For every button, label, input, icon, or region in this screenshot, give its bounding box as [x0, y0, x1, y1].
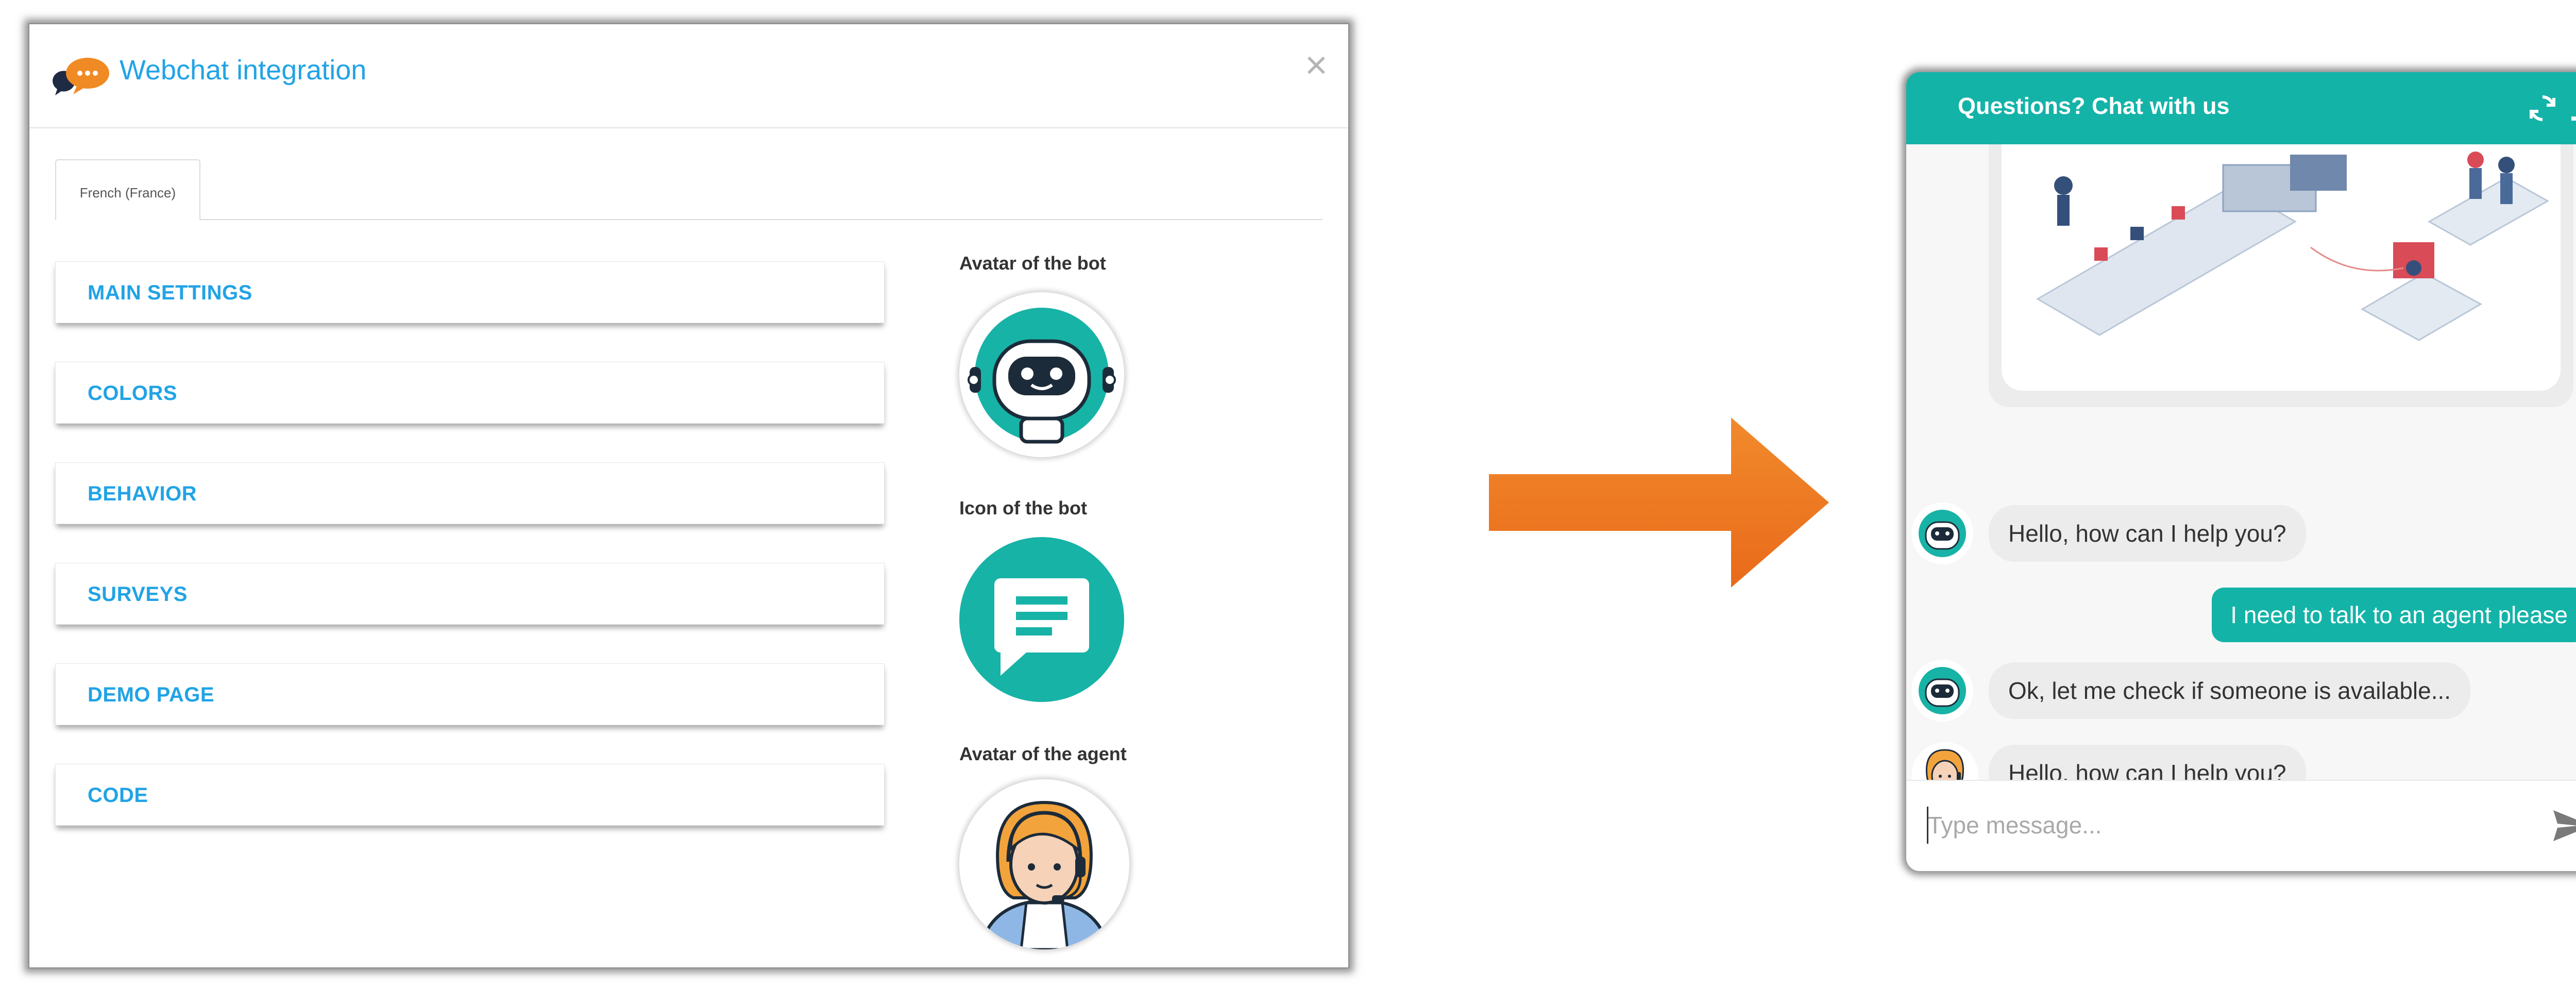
tab-label: French (France)	[79, 185, 176, 200]
message-bot: Hello, how can I help you?	[1989, 505, 2306, 562]
bot-icon-image[interactable]	[959, 537, 1124, 702]
section-label: SURVEYS	[88, 583, 188, 606]
agent-icon	[978, 800, 1111, 949]
bot-avatar-label: Avatar of the bot	[959, 253, 1106, 274]
section-label: BEHAVIOR	[88, 482, 197, 505]
text-caret	[1927, 807, 1928, 844]
bot-avatar	[1911, 503, 1973, 564]
chat-title: Questions? Chat with us	[1958, 93, 2230, 119]
message-icon	[994, 578, 1089, 676]
chat-messages[interactable]: Hello, how can I help you? I need to tal…	[1906, 144, 2576, 809]
section-label: COLORS	[88, 382, 178, 405]
robot-icon	[1919, 510, 1966, 557]
bot-avatar-image[interactable]	[959, 292, 1124, 457]
chat-footer	[1906, 780, 2576, 871]
robot-icon	[968, 308, 1116, 444]
agent-avatar-label: Avatar of the agent	[959, 743, 1127, 764]
section-label: CODE	[88, 784, 148, 807]
section-code[interactable]: CODE	[55, 764, 885, 826]
message-input[interactable]	[1927, 807, 2527, 844]
illustration-image	[2002, 144, 2561, 391]
refresh-icon[interactable]	[2527, 93, 2558, 124]
chat-widget: Questions? Chat with us Hello, how can I…	[1906, 72, 2576, 871]
tab-divider	[200, 219, 1323, 220]
modal-title: Webchat integration	[120, 55, 367, 86]
chat-header: Questions? Chat with us	[1906, 72, 2576, 144]
illustration-card	[1989, 144, 2573, 407]
bot-avatar	[1911, 660, 1973, 722]
minimize-icon[interactable]	[2571, 116, 2576, 121]
bot-icon-label: Icon of the bot	[959, 497, 1087, 518]
tab-french-france[interactable]: French (France)	[55, 159, 200, 220]
agent-avatar-image[interactable]	[959, 779, 1129, 949]
webchat-integration-modal: Webchat integration × French (France) MA…	[28, 23, 1349, 968]
arrow-right-icon	[1489, 417, 1829, 588]
section-colors[interactable]: COLORS	[55, 362, 885, 424]
factory-illustration-icon	[2036, 152, 2550, 341]
section-label: MAIN SETTINGS	[88, 281, 252, 304]
robot-icon	[1919, 667, 1966, 714]
modal-header: Webchat integration ×	[29, 24, 1348, 128]
send-icon[interactable]	[2550, 804, 2576, 848]
section-behavior[interactable]: BEHAVIOR	[55, 462, 885, 524]
section-demo-page[interactable]: DEMO PAGE	[55, 663, 885, 725]
message-user: I need to talk to an agent please	[2212, 588, 2576, 642]
section-main-settings[interactable]: MAIN SETTINGS	[55, 261, 885, 323]
chat-bubbles-icon	[53, 58, 109, 95]
section-surveys[interactable]: SURVEYS	[55, 563, 885, 625]
section-label: DEMO PAGE	[88, 683, 215, 706]
message-bot: Ok, let me check if someone is available…	[1989, 662, 2471, 719]
close-icon[interactable]: ×	[1305, 46, 1328, 85]
